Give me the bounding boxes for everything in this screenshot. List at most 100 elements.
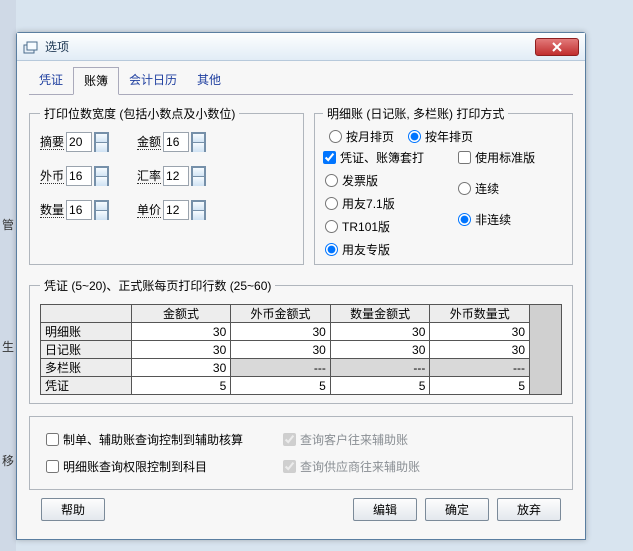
check-opt4: 查询供应商往来辅助账 [283, 458, 420, 475]
radio-label: 按年排页 [425, 128, 473, 145]
spin-summary: 摘要 [40, 132, 109, 152]
radio-label: 连续 [475, 180, 499, 197]
window-title: 选项 [45, 38, 69, 55]
cell[interactable]: --- [330, 359, 430, 377]
ok-button[interactable]: 确定 [425, 498, 489, 521]
tab-0[interactable]: 凭证 [29, 67, 73, 94]
tab-2[interactable]: 会计日历 [119, 67, 187, 94]
cell[interactable]: 30 [430, 323, 530, 341]
cell[interactable]: 30 [330, 341, 430, 359]
tab-3[interactable]: 其他 [187, 67, 231, 94]
row-label: 日记账 [41, 341, 132, 359]
radio-label: 非连续 [475, 211, 511, 228]
check-opt1[interactable]: 制单、辅助账查询控制到辅助核算 [46, 431, 243, 448]
cell[interactable]: 30 [430, 341, 530, 359]
row-label: 明细账 [41, 323, 132, 341]
cell[interactable]: 5 [430, 377, 530, 395]
spin-up-summary[interactable] [94, 132, 109, 142]
col-header: 外币金额式 [231, 305, 331, 323]
radio-by-year[interactable]: 按年排页 [408, 128, 473, 145]
radio-label: 按月排页 [346, 128, 394, 145]
radio-version[interactable]: 用友7.1版 [325, 195, 450, 212]
print-mode-legend: 明细账 (日记账, 多栏账) 打印方式 [323, 105, 508, 122]
cancel-button[interactable]: 放弃 [497, 498, 561, 521]
radio-version[interactable]: 发票版 [325, 172, 450, 189]
cell[interactable]: 30 [131, 323, 231, 341]
print-width-legend: 打印位数宽度 (包括小数点及小数位) [40, 105, 239, 122]
check-opt2[interactable]: 明细账查询权限控制到科目 [46, 458, 243, 475]
spin-input-foreign[interactable] [66, 166, 92, 186]
check-label: 使用标准版 [475, 149, 535, 166]
lines-table[interactable]: 金额式外币金额式数量金额式外币数量式明细账30303030日记账30303030… [40, 304, 530, 395]
radio-label: 发票版 [342, 172, 378, 189]
spin-up-amount[interactable] [191, 132, 206, 142]
spin-up-price[interactable] [191, 200, 206, 210]
close-button[interactable] [535, 38, 579, 56]
spin-down-summary[interactable] [94, 142, 109, 152]
row-label: 凭证 [41, 377, 132, 395]
radio-by-month[interactable]: 按月排页 [329, 128, 394, 145]
cell[interactable]: 5 [131, 377, 231, 395]
spin-input-price[interactable] [163, 200, 189, 220]
radio-version[interactable]: 用友专版 [325, 241, 450, 258]
col-header: 数量金额式 [330, 305, 430, 323]
spin-input-rate[interactable] [163, 166, 189, 186]
help-button[interactable]: 帮助 [41, 498, 105, 521]
spin-amount: 金额 [137, 132, 206, 152]
spin-up-foreign[interactable] [94, 166, 109, 176]
col-header: 外币数量式 [430, 305, 530, 323]
cell[interactable]: 30 [131, 341, 231, 359]
radio-continuous[interactable]: 连续 [458, 180, 564, 197]
bg-text: 管 [2, 216, 14, 233]
table-row: 明细账30303030 [41, 323, 530, 341]
cell[interactable]: --- [430, 359, 530, 377]
cell[interactable]: 30 [231, 341, 331, 359]
cell[interactable]: 5 [231, 377, 331, 395]
row-label: 多栏账 [41, 359, 132, 377]
cell[interactable]: 30 [231, 323, 331, 341]
spin-input-summary[interactable] [66, 132, 92, 152]
spin-down-foreign[interactable] [94, 176, 109, 186]
spin-up-qty[interactable] [94, 200, 109, 210]
spin-label: 外币 [40, 169, 64, 184]
check-standard[interactable]: 使用标准版 [458, 149, 564, 166]
cell[interactable]: 30 [330, 323, 430, 341]
spin-label: 数量 [40, 203, 64, 218]
spin-up-rate[interactable] [191, 166, 206, 176]
query-options-group: 制单、辅助账查询控制到辅助核算 明细账查询权限控制到科目 查询客户往来辅助账 查… [29, 416, 573, 490]
titlebar: 选项 [17, 33, 585, 61]
edit-button[interactable]: 编辑 [353, 498, 417, 521]
radio-version[interactable]: TR101版 [325, 218, 450, 235]
check-label: 查询供应商往来辅助账 [300, 458, 420, 475]
spin-label: 单价 [137, 203, 161, 218]
spin-label: 摘要 [40, 135, 64, 150]
spin-down-rate[interactable] [191, 176, 206, 186]
check-sets[interactable]: 凭证、账簿套打 [323, 149, 450, 166]
spin-qty: 数量 [40, 200, 109, 220]
radio-noncontinuous[interactable]: 非连续 [458, 211, 564, 228]
spin-label: 金额 [137, 135, 161, 150]
check-label: 制单、辅助账查询控制到辅助核算 [63, 431, 243, 448]
cell[interactable]: 30 [131, 359, 231, 377]
options-dialog: 选项 凭证账簿会计日历其他 打印位数宽度 (包括小数点及小数位) 摘要 金额 外… [16, 32, 586, 540]
bg-text: 生 [2, 338, 14, 355]
cell[interactable]: --- [231, 359, 331, 377]
check-label: 凭证、账簿套打 [340, 149, 424, 166]
lines-legend: 凭证 (5~20)、正式账每页打印行数 (25~60) [40, 277, 275, 294]
check-opt3: 查询客户往来辅助账 [283, 431, 420, 448]
window-icon [23, 40, 39, 54]
spin-foreign: 外币 [40, 166, 109, 186]
print-width-group: 打印位数宽度 (包括小数点及小数位) 摘要 金额 外币 汇率 数量 [29, 105, 304, 265]
tab-1[interactable]: 账簿 [73, 67, 119, 95]
spin-down-amount[interactable] [191, 142, 206, 152]
radio-label: 用友专版 [342, 241, 390, 258]
table-row: 日记账30303030 [41, 341, 530, 359]
cell[interactable]: 5 [330, 377, 430, 395]
check-label: 明细账查询权限控制到科目 [63, 458, 207, 475]
table-row: 凭证5555 [41, 377, 530, 395]
spin-input-amount[interactable] [163, 132, 189, 152]
spin-down-price[interactable] [191, 210, 206, 220]
spin-down-qty[interactable] [94, 210, 109, 220]
spin-input-qty[interactable] [66, 200, 92, 220]
spin-label: 汇率 [137, 169, 161, 184]
